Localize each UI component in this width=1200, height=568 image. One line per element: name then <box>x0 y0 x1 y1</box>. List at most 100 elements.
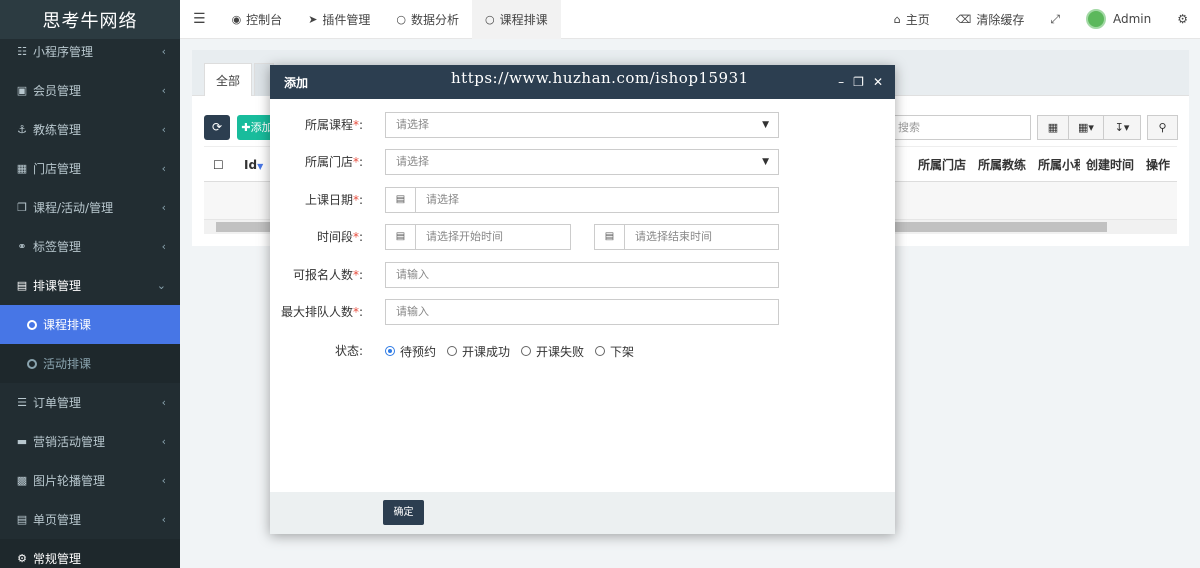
sidebar-item-tags[interactable]: ⚭ 标签管理 ‹ <box>0 227 180 266</box>
table-icon: ▦ <box>1047 121 1059 134</box>
chevron-down-icon: ⌄ <box>156 279 166 292</box>
tab-plugins[interactable]: ➤ 插件管理 <box>295 0 383 39</box>
cogs-icon: ⚙ <box>17 552 27 565</box>
sidebar-item-courses[interactable]: ❐ 课程/活动/管理 ‹ <box>0 188 180 227</box>
label-capacity: 可报名人数*: <box>292 268 363 282</box>
sidebar-subitem-activity-scheduling[interactable]: 活动排课 <box>0 344 180 383</box>
calendar-icon: ▤ <box>386 188 416 212</box>
home-link[interactable]: ⌂ 主页 <box>881 0 943 39</box>
dialog-footer: 确定 <box>270 492 895 534</box>
rocket-icon: ➤ <box>308 12 318 26</box>
caret-down-icon: ▼ <box>762 120 769 130</box>
store-select[interactable]: 请选择 ▼ <box>385 149 779 175</box>
toggle-view-button[interactable]: ▦ <box>1037 115 1069 140</box>
select-all-checkbox[interactable]: ☐ <box>213 147 224 183</box>
column-created-time[interactable]: 创建时间 <box>1086 147 1134 183</box>
expand-icon: ⤢ <box>1050 11 1060 26</box>
sidebar-item-stores[interactable]: ▦ 门店管理 ‹ <box>0 149 180 188</box>
calendar-icon: ▤ <box>16 279 28 292</box>
sort-icon: ▼ <box>257 162 264 171</box>
confirm-button[interactable]: 确定 <box>383 500 424 525</box>
maximize-icon[interactable]: ❐ <box>853 75 864 89</box>
caret-down-icon: ▼ <box>762 157 769 167</box>
queue-input[interactable]: 请输入 <box>385 299 779 325</box>
form-row-date: 上课日期*: ▤ 请选择 <box>270 187 895 213</box>
avatar <box>1085 9 1106 29</box>
sidebar-item-orders[interactable]: ☰ 订单管理 ‹ <box>0 383 180 422</box>
settings-button[interactable]: ⚙ <box>1164 0 1200 39</box>
top-header: ☰ ◉ 控制台 ➤ 插件管理 ○ 数据分析 ○ 课程排课 ⌂ 主页 ⌫ 清除缓存… <box>180 0 1200 39</box>
date-input[interactable]: ▤ 请选择 <box>385 187 779 213</box>
sidebar: 思考牛网络 ☷ 小程序管理 ‹ ▣ 会员管理 ‹ ⚓ 教练管理 ‹ ▦ 门店管理… <box>0 0 180 568</box>
close-icon[interactable]: ✕ <box>873 75 883 89</box>
tab-dashboard[interactable]: ◉ 控制台 <box>219 0 296 39</box>
fullscreen-button[interactable]: ⤢ <box>1037 0 1073 39</box>
status-radio-success[interactable]: 开课成功 <box>447 343 510 360</box>
database-icon: ☰ <box>17 396 27 409</box>
grid-icon: ▦▾ <box>1078 121 1094 134</box>
sidebar-item-coaches[interactable]: ⚓ 教练管理 ‹ <box>0 110 180 149</box>
status-radio-offline[interactable]: 下架 <box>595 343 634 360</box>
column-actions[interactable]: 操作 <box>1146 147 1170 183</box>
form-row-time: 时间段*: ▤ 请选择开始时间 ▤ 请选择结束时间 <box>270 224 895 250</box>
minimize-icon[interactable]: – <box>838 75 844 89</box>
user-menu[interactable]: Admin <box>1073 0 1164 39</box>
sidebar-item-marketing[interactable]: ▬ 营销活动管理 ‹ <box>0 422 180 461</box>
chevron-left-icon: ‹ <box>161 474 166 487</box>
sidebar-item-pages[interactable]: ▤ 单页管理 ‹ <box>0 500 180 539</box>
clear-cache-button[interactable]: ⌫ 清除缓存 <box>943 0 1038 39</box>
sidebar-item-miniprogram[interactable]: ☷ 小程序管理 ‹ <box>0 32 180 71</box>
capacity-input[interactable]: 请输入 <box>385 262 779 288</box>
chevron-left-icon: ‹ <box>161 396 166 409</box>
sidebar-toggle-button[interactable]: ☰ <box>180 0 219 39</box>
search-toggle-button[interactable]: ⚲ <box>1147 115 1178 140</box>
circle-icon <box>27 319 37 330</box>
calendar-icon: ▤ <box>595 225 625 249</box>
chevron-left-icon: ‹ <box>161 123 166 136</box>
visa-icon: ▬ <box>16 435 28 448</box>
export-button[interactable]: ↧▾ <box>1103 115 1141 140</box>
image-icon: ▩ <box>16 474 28 487</box>
tab-all[interactable]: 全部 <box>204 63 253 96</box>
tab-course-scheduling[interactable]: ○ 课程排课 <box>472 0 561 39</box>
link-icon: ⚭ <box>17 240 27 253</box>
tab-analytics[interactable]: ○ 数据分析 <box>383 0 472 39</box>
start-time-input[interactable]: ▤ 请选择开始时间 <box>385 224 571 250</box>
chevron-left-icon: ‹ <box>161 435 166 448</box>
dialog-header: 添加 https://www.huzhan.com/ishop15931 – ❐… <box>270 65 895 99</box>
sidebar-subitem-course-scheduling[interactable]: 课程排课 <box>0 305 180 344</box>
menu-icon: ☰ <box>193 11 206 27</box>
column-coach[interactable]: 所属教练 <box>978 147 1026 183</box>
course-select[interactable]: 请选择 ▼ <box>385 112 779 138</box>
store-icon: ▦ <box>16 162 28 175</box>
form-row-status: 状态: 待预约 开课成功 开课失败 下架 <box>270 338 895 364</box>
form-row-capacity: 可报名人数*: 请输入 <box>270 262 895 288</box>
refresh-button[interactable]: ⟳ <box>204 115 230 140</box>
circle-icon: ○ <box>485 12 495 26</box>
label-status: 状态: <box>334 344 363 358</box>
sidebar-item-members[interactable]: ▣ 会员管理 ‹ <box>0 71 180 110</box>
form-row-store: 所属门店*: 请选择 ▼ <box>270 149 895 175</box>
sidebar-item-general[interactable]: ⚙ 常规管理 <box>0 539 180 568</box>
search-input[interactable]: 搜索 <box>889 115 1031 140</box>
chevron-left-icon: ‹ <box>161 201 166 214</box>
columns-button[interactable]: ▦▾ <box>1068 115 1104 140</box>
status-radio-pending[interactable]: 待预约 <box>385 343 436 360</box>
column-miniprogram[interactable]: 所属小程 <box>1038 147 1080 183</box>
status-radio-group: 待预约 开课成功 开课失败 下架 <box>385 338 645 364</box>
refresh-icon: ⟳ <box>211 120 223 134</box>
copy-icon: ❐ <box>17 201 27 214</box>
sidebar-item-carousel[interactable]: ▩ 图片轮播管理 ‹ <box>0 461 180 500</box>
label-store: 所属门店*: <box>304 155 363 169</box>
download-icon: ↧▾ <box>1114 121 1130 134</box>
dialog-title: 添加 <box>284 75 309 90</box>
label-time: 时间段*: <box>316 230 363 244</box>
column-store[interactable]: 所属门店 <box>918 147 966 183</box>
calendar-icon: ▤ <box>386 225 416 249</box>
end-time-input[interactable]: ▤ 请选择结束时间 <box>594 224 779 250</box>
column-id[interactable]: Id▼ <box>244 147 263 183</box>
sidebar-item-scheduling[interactable]: ▤ 排课管理 ⌄ <box>0 266 180 305</box>
status-radio-failed[interactable]: 开课失败 <box>521 343 584 360</box>
chevron-left-icon: ‹ <box>161 513 166 526</box>
circle-icon <box>27 358 37 369</box>
